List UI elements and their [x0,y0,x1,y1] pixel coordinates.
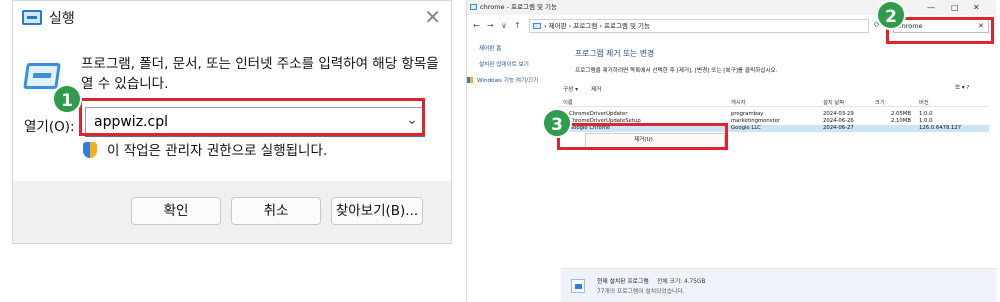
close-icon[interactable]: ✕ [424,5,441,29]
address-bar[interactable]: › 제어판 › 프로그램 › 프로그램 및 기능 [529,19,869,33]
pf-heading: 프로그램 제거 또는 변경 [575,49,655,58]
status-count: 77개의 프로그램이 설치되었습니다. [597,289,685,295]
pf-subheading: 프로그램을 제거하려면 목록에서 선택한 후 [제거], [변경] 또는 [복구… [575,68,778,74]
row-version: 1.0.0 [919,111,933,117]
open-label: 열기(O): [24,119,75,135]
programs-icon [571,279,585,293]
control-panel-icon [533,23,541,29]
browse-button[interactable]: 찾아보기(B)... [331,197,423,225]
cancel-button[interactable]: 취소 [231,197,321,225]
shield-icon [83,142,97,158]
status-total-size: 전체 크기: 4.75GB [657,279,706,285]
row-size: 2.05MB [891,111,911,117]
row-date: 2024-06-26 [823,118,854,124]
history-chevron-icon[interactable]: ∨ [501,21,507,30]
organize-button[interactable]: 구성 ▾ [563,85,578,93]
step-badge-2: 2 [876,0,906,30]
folder-icon [470,4,477,10]
admin-note-text: 이 작업은 관리자 권한으로 실행됩니다. [107,143,328,159]
back-icon[interactable]: ← [473,21,480,30]
column-size[interactable]: 크기 [875,98,885,106]
run-titlebar: 실행 ✕ [13,1,451,35]
shield-icon [467,77,473,83]
run-title: 실행 [49,11,75,27]
row-publisher: marketingmonster [731,118,781,124]
run-description: 프로그램, 폴더, 문서, 또는 인터넷 주소를 입력하여 해당 항목을 열 수… [81,56,439,92]
row-date: 2024-03-29 [823,111,854,117]
row-publisher: Google LLC [731,125,761,131]
pf-toolbar: 구성 ▾ 제거 ☰ ▾ ? [559,85,989,95]
column-date[interactable]: 설치 날짜 [823,98,844,106]
admin-note: 이 작업은 관리자 권한으로 실행됩니다. [83,139,327,159]
sidebar-item-windows-features-label: Windows 기능 켜기/끄기 [477,78,539,84]
row-version: 1.0.0 [919,118,933,124]
programs-features-window: chrome - 프로그램 및 기능 — □ ✕ ← → ∨ ↑ › 제어판 ›… [466,0,997,302]
row-publisher: programbay [731,111,764,117]
address-path: › 제어판 › 프로그램 › 프로그램 및 기능 [544,22,650,30]
status-label: 현재 설치된 프로그램 [597,279,649,285]
row-name: ChromeDriverUpdater [569,111,628,117]
uninstall-toolbar-button[interactable]: 제거 [591,85,601,93]
minimize-button[interactable]: — [927,0,935,15]
maximize-button[interactable]: □ [951,0,959,15]
sidebar-item-updates[interactable]: 설치된 업데이트 보기 [467,60,567,68]
run-app-icon [23,63,61,89]
ok-button[interactable]: 확인 [131,197,221,225]
step-badge-3: 3 [542,108,572,138]
status-panel: 현재 설치된 프로그램 전체 크기: 4.75GB 77개의 프로그램이 설치되… [561,268,997,302]
row-size: 2.10MB [891,118,911,124]
table-row[interactable]: ChromeDriverUpdater programbay 2024-03-2… [559,111,989,118]
up-icon[interactable]: ↑ [514,21,521,30]
pf-sidebar: 제어판 홈 설치된 업데이트 보기 Windows 기능 켜기/끄기 [467,44,567,92]
view-options-button[interactable]: ☰ ▾ ? [955,85,969,91]
column-headers: 이름 게시자 설치 날짜 크기 버전 [559,98,989,107]
column-version[interactable]: 버전 [919,98,929,106]
row-date: 2024-06-27 [823,125,854,131]
pf-title: chrome - 프로그램 및 기능 [480,3,558,11]
highlight-open-field [79,98,425,136]
sidebar-item-home[interactable]: 제어판 홈 [467,44,567,52]
row-version: 126.0.6478.127 [919,125,962,131]
step-badge-1: 1 [52,84,82,114]
column-publisher[interactable]: 게시자 [731,98,746,106]
run-icon [22,10,42,25]
window-close-button[interactable]: ✕ [973,0,980,15]
highlight-uninstall [557,123,728,150]
pf-titlebar: chrome - 프로그램 및 기능 — □ ✕ [467,0,996,15]
sidebar-item-windows-features[interactable]: Windows 기능 켜기/끄기 [467,76,567,84]
forward-icon[interactable]: → [487,21,494,30]
pf-main: 프로그램 제거 또는 변경 프로그램을 제거하려면 목록에서 선택한 후 [제거… [575,48,993,74]
column-name[interactable]: 이름 [563,98,573,106]
